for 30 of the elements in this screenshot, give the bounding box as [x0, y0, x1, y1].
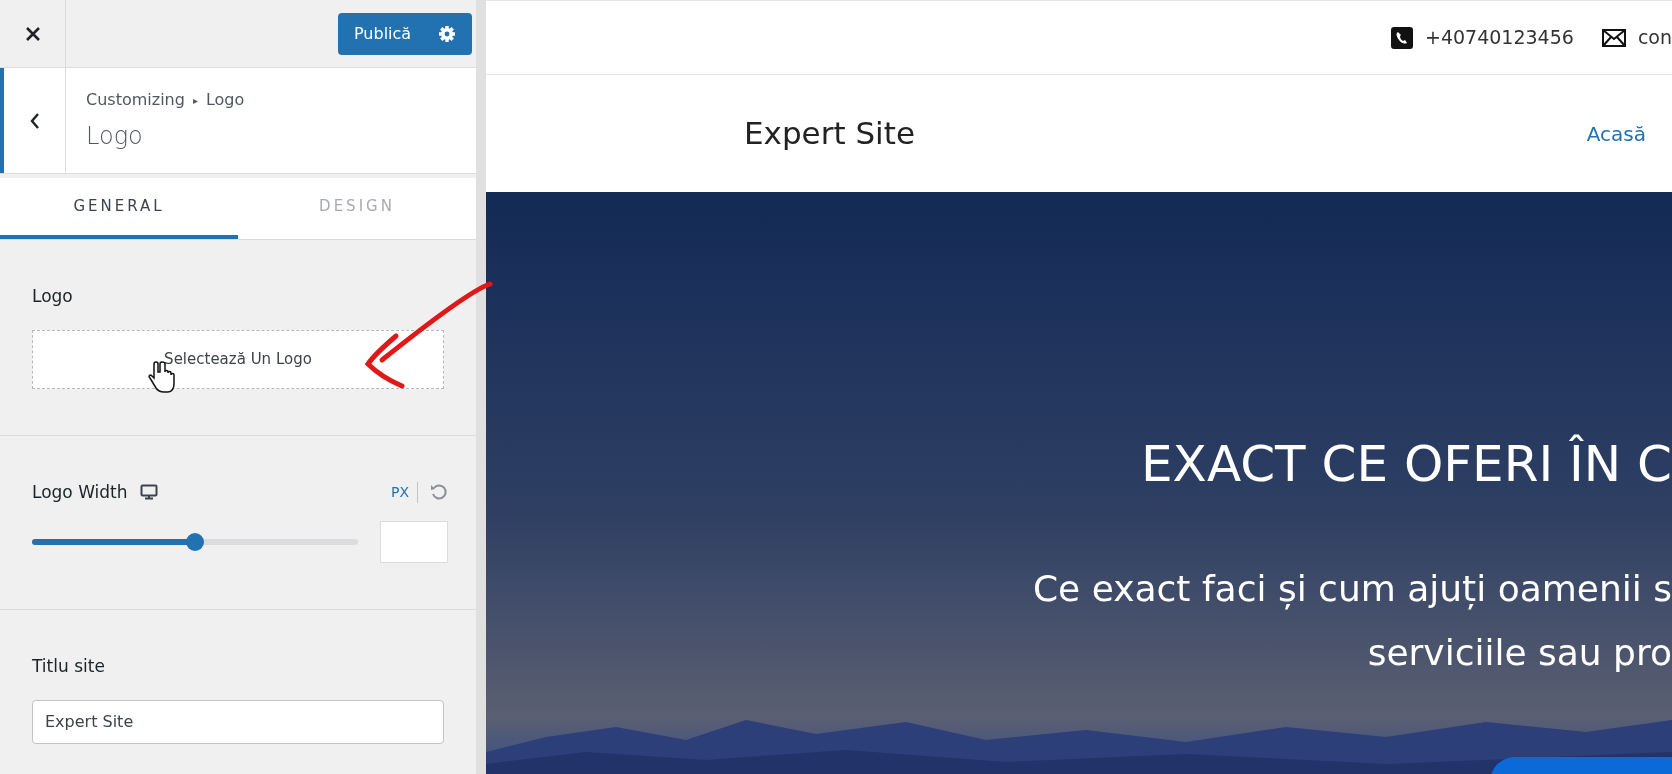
field-label: Logo — [32, 285, 74, 308]
email-address: con — [1637, 25, 1672, 51]
settings-icon — [438, 24, 456, 43]
publish-button[interactable]: Publică — [338, 12, 472, 55]
unit-button[interactable]: PX — [390, 481, 418, 503]
hero-subtitle-line: serviciile sau pro — [1367, 631, 1672, 675]
breadcrumb-separator: ▸ — [192, 93, 198, 108]
site-name[interactable]: Expert Site — [744, 110, 915, 157]
slider-thumb[interactable] — [186, 533, 204, 551]
nav-link[interactable]: Acasă — [1586, 118, 1646, 149]
back-button[interactable] — [0, 68, 66, 173]
number-input[interactable] — [380, 521, 448, 563]
back-icon — [29, 111, 40, 130]
tab[interactable]: GENERAL — [0, 178, 238, 239]
field-label: Logo Width — [32, 480, 128, 504]
section-title: Logo — [86, 121, 144, 152]
breadcrumb-text: Customizing — [86, 89, 185, 111]
desktop-icon[interactable] — [139, 484, 158, 501]
hero-subtitle-line: Ce exact faci și cum ajuți oamenii s — [1032, 567, 1672, 612]
phone-icon — [1390, 26, 1413, 49]
close-icon — [24, 25, 41, 42]
slider-track[interactable] — [32, 533, 358, 551]
reset-icon[interactable] — [430, 483, 448, 502]
phone-number: +40740123456 — [1424, 25, 1574, 51]
mail-icon — [1601, 28, 1626, 47]
field-label: Titlu site — [32, 655, 106, 678]
hero-heading: EXACT CE OFERI ÎN C — [1141, 433, 1672, 495]
input-field[interactable]: Expert Site — [32, 699, 444, 744]
breadcrumb-text: Logo — [205, 89, 245, 111]
select-logo-button[interactable]: Selectează Un Logo — [32, 329, 444, 389]
